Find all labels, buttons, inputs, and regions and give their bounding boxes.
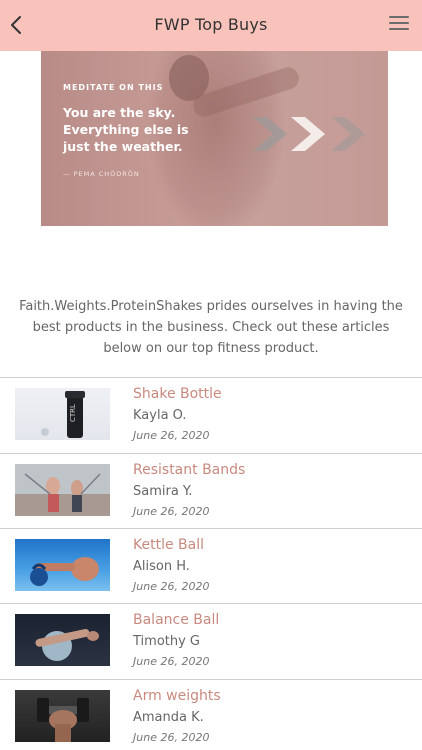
article-thumbnail <box>15 690 110 742</box>
app-header: FWP Top Buys <box>0 0 422 51</box>
article-thumbnail <box>15 464 110 516</box>
article-author: Timothy G <box>133 634 201 649</box>
article-thumbnail: CTRL <box>15 388 110 440</box>
svg-text:CTRL: CTRL <box>69 404 77 422</box>
article-date: June 26, 2020 <box>133 429 210 442</box>
article-item-arm-weights[interactable]: Arm weights Amanda K. June 26, 2020 <box>0 680 422 750</box>
article-thumbnail <box>15 539 110 591</box>
hero-tagline: MEDITATE ON THIS <box>63 83 164 92</box>
article-item-balance-ball[interactable]: Balance Ball Timothy G June 26, 2020 <box>0 604 422 679</box>
intro-text: Faith.Weights.ProteinShakes prides ourse… <box>19 299 403 356</box>
hero-banner: MEDITATE ON THIS You are the sky. Everyt… <box>41 51 388 226</box>
article-title: Resistant Bands <box>133 462 246 478</box>
article-title: Shake Bottle <box>133 386 222 402</box>
hero-quote: You are the sky. Everything else is just… <box>63 105 189 154</box>
article-item-kettle-ball[interactable]: Kettle Ball Alison H. June 26, 2020 <box>0 529 422 604</box>
article-author: Samira Y. <box>133 484 193 499</box>
article-author: Amanda K. <box>133 710 204 725</box>
article-date: June 26, 2020 <box>133 655 210 668</box>
article-date: June 26, 2020 <box>133 731 210 744</box>
article-title: Arm weights <box>133 688 221 704</box>
chevron-right-icon <box>291 117 325 151</box>
article-title: Kettle Ball <box>133 537 204 553</box>
chevron-right-icon <box>253 117 287 151</box>
menu-line <box>389 22 409 24</box>
article-item-shake-bottle[interactable]: CTRL Shake Bottle Kayla O. June 26, 2020 <box>0 378 422 453</box>
hamburger-menu-icon[interactable] <box>389 16 409 32</box>
article-author: Kayla O. <box>133 408 187 423</box>
hero-attribution: — PEMA CHÖDRÖN <box>63 170 140 178</box>
article-thumbnail <box>15 614 110 666</box>
page-title: FWP Top Buys <box>154 15 268 34</box>
chevron-right-icon <box>331 117 365 151</box>
article-item-resistant-bands[interactable]: Resistant Bands Samira Y. June 26, 2020 <box>0 454 422 529</box>
article-author: Alison H. <box>133 559 190 574</box>
article-date: June 26, 2020 <box>133 505 210 518</box>
article-date: June 26, 2020 <box>133 580 210 593</box>
menu-line <box>389 28 409 30</box>
menu-line <box>389 16 409 18</box>
article-title: Balance Ball <box>133 612 220 628</box>
